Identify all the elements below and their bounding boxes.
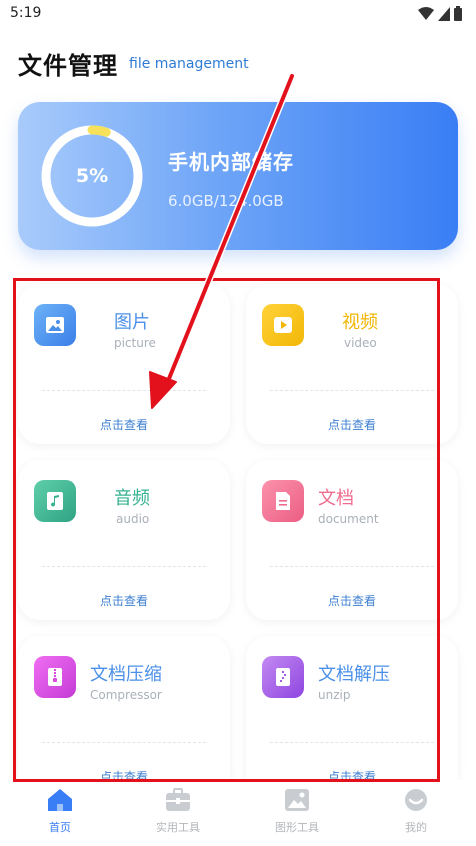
nav-label: 图形工具 bbox=[275, 821, 319, 834]
page-subtitle: file management bbox=[129, 56, 249, 72]
home-icon bbox=[48, 789, 72, 811]
storage-usage: 6.0GB/124.0GB bbox=[168, 192, 284, 210]
nav-label: 我的 bbox=[405, 821, 427, 834]
wifi-icon bbox=[418, 6, 434, 20]
nav-label: 首页 bbox=[49, 821, 71, 834]
internal-storage-card[interactable]: 5% 手机内部储存 6.0GB/124.0GB bbox=[18, 102, 458, 250]
nav-tools[interactable]: 实用工具 bbox=[128, 788, 228, 842]
page-title: 文件管理 bbox=[18, 52, 118, 80]
bottom-navigation: 首页 实用工具 图形工具 我的 bbox=[0, 782, 476, 846]
picture-icon bbox=[285, 789, 309, 811]
battery-icon bbox=[454, 6, 462, 21]
nav-graphics-tools[interactable]: 图形工具 bbox=[247, 788, 347, 842]
storage-percent: 5% bbox=[75, 165, 109, 187]
annotation-highlight-box bbox=[13, 278, 440, 782]
profile-icon bbox=[405, 789, 427, 811]
toolbox-icon bbox=[166, 788, 190, 811]
signal-icon bbox=[438, 6, 450, 21]
status-icons bbox=[418, 6, 462, 21]
nav-label: 实用工具 bbox=[156, 821, 200, 834]
storage-usage-ring: 5% bbox=[38, 122, 146, 230]
status-bar: 5:19 bbox=[0, 0, 476, 28]
status-time: 5:19 bbox=[10, 5, 42, 21]
nav-home[interactable]: 首页 bbox=[10, 788, 110, 842]
nav-mine[interactable]: 我的 bbox=[366, 788, 466, 842]
storage-title: 手机内部储存 bbox=[168, 150, 294, 174]
